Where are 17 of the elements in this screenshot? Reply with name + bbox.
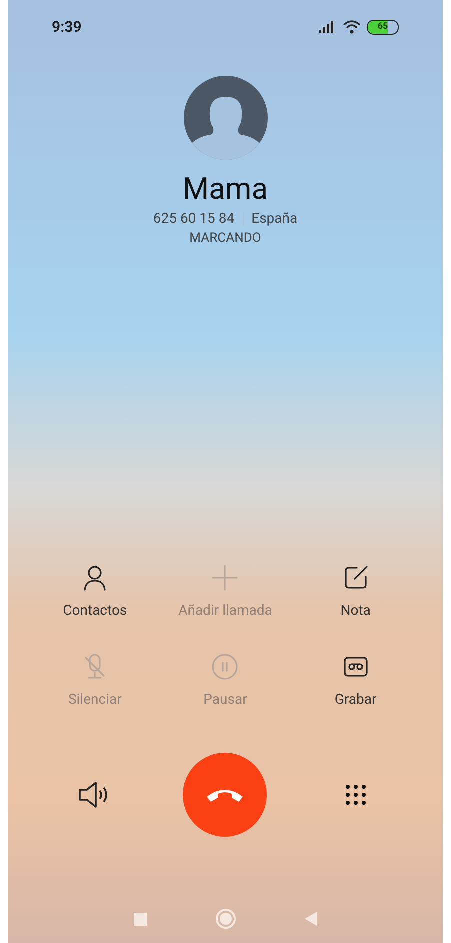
note-action[interactable]: Nota — [290, 563, 421, 622]
record-action[interactable]: Grabar — [290, 652, 421, 711]
plus-icon — [210, 563, 240, 593]
keypad-button[interactable] — [344, 784, 367, 806]
phone-number: 625 60 15 84 — [153, 210, 235, 229]
contact-name: Mama — [182, 171, 268, 209]
status-time: 9:39 — [52, 16, 82, 38]
contacts-action[interactable]: Contactos — [30, 563, 160, 622]
battery-level: 65 — [376, 22, 390, 32]
avatar-icon — [182, 75, 268, 161]
back-icon — [304, 912, 316, 926]
phone-hangup-icon — [205, 787, 246, 803]
pause-icon — [210, 652, 240, 682]
location: España — [252, 210, 298, 229]
keypad-icon — [344, 784, 367, 806]
call-status: MARCANDO — [190, 230, 262, 248]
wifi-icon — [343, 20, 361, 34]
